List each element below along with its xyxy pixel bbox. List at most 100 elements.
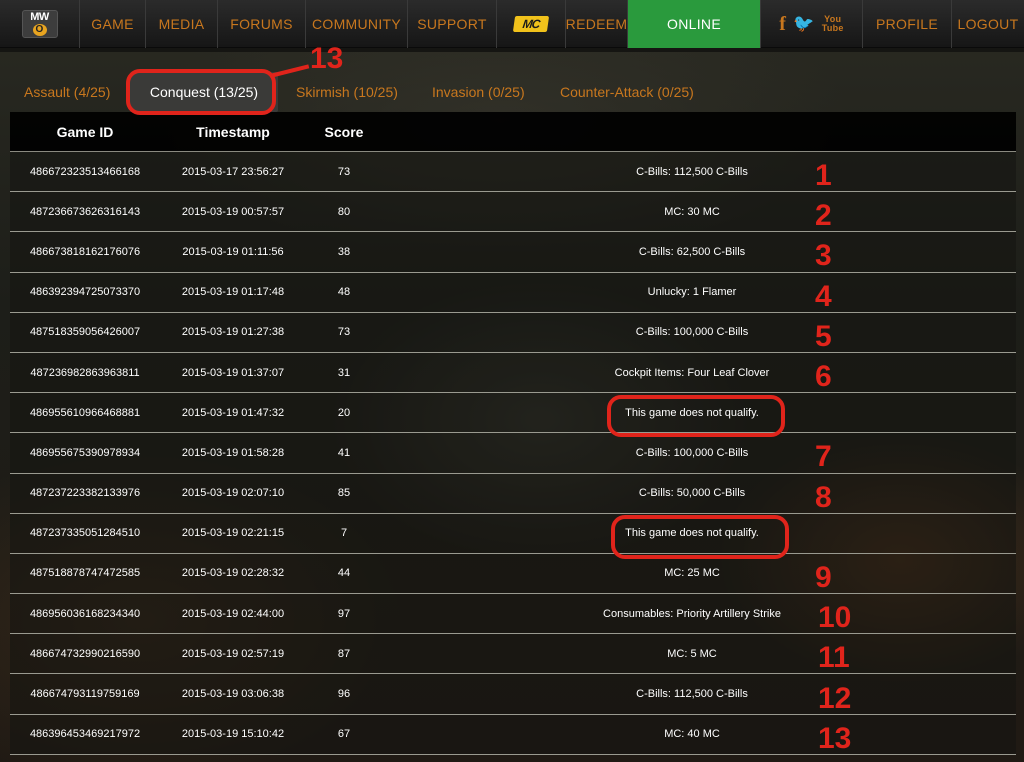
nav-support[interactable]: SUPPORT [408, 0, 497, 48]
tab-assault[interactable]: Assault (4/25) [10, 72, 126, 112]
table-row: 486673818162176076 2015-03-19 01:11:56 38 C… [10, 232, 1016, 273]
cell-reward: Consumables: Priority Artillery Strike [603, 607, 781, 620]
youtube-icon[interactable]: You Tube [822, 15, 844, 33]
header-score: Score [324, 123, 364, 140]
table-row: 486956036168234340 2015-03-19 02:44:00 97 C… [10, 594, 1016, 635]
cell-game-id: 487236673626316143 [29, 205, 141, 218]
cell-game-id: 486955675390978934 [29, 446, 141, 459]
cell-reward: MC: 5 MC [667, 647, 717, 660]
cell-score: 31 [337, 366, 351, 379]
cell-score: 67 [337, 728, 351, 741]
logo-text: MW [30, 11, 49, 23]
annotation-row-number: 11 [818, 641, 850, 675]
tab-skirmish[interactable]: Skirmish (10/25) [282, 72, 418, 112]
cell-reward: C-Bills: 112,500 C-Bills [636, 688, 748, 701]
mwo-logo[interactable]: MW O [0, 0, 80, 48]
nav-redeem[interactable]: REDEEM [566, 0, 628, 48]
annotation-ring-no-qualify-2 [611, 515, 789, 559]
cell-game-id: 486674732990216590 [29, 647, 141, 660]
annotation-row-number: 5 [815, 319, 832, 353]
nav-shadow [0, 48, 1024, 52]
social-links: f 🐦 You Tube [761, 0, 863, 48]
annotation-row-number: 13 [818, 721, 852, 755]
table-row: 486674732990216590 2015-03-19 02:57:19 87 M… [10, 634, 1016, 675]
annotation-row-number: 6 [815, 360, 832, 393]
logo-o: O [32, 24, 47, 36]
cell-game-id: 486672323513466168 [29, 165, 141, 178]
cell-timestamp: 2015-03-19 02:21:15 [181, 527, 285, 540]
nav-forums[interactable]: FORUMS [218, 0, 306, 48]
nav-game[interactable]: GAME [80, 0, 146, 48]
table-header: Game ID Timestamp Score [10, 112, 1016, 152]
cell-reward: MC: 30 MC [664, 205, 720, 218]
cell-timestamp: 2015-03-19 03:06:38 [181, 688, 285, 701]
games-table: Game ID Timestamp Score 4866723235134661… [10, 112, 1016, 755]
table-row: 486392394725073370 2015-03-19 01:17:48 48 U… [10, 272, 1016, 313]
nav-community[interactable]: COMMUNITY [306, 0, 408, 48]
cell-score: 41 [337, 446, 351, 459]
cell-timestamp: 2015-03-19 02:07:10 [181, 487, 285, 500]
cell-score: 73 [337, 165, 351, 178]
table-row: 487518359056426007 2015-03-19 01:27:38 73 C… [10, 312, 1016, 353]
annotation-row-number: 1 [815, 159, 832, 192]
cell-timestamp: 2015-03-19 02:28:32 [181, 567, 285, 580]
cell-score: 80 [337, 205, 351, 218]
cell-score: 20 [337, 406, 351, 419]
cell-reward: Cockpit Items: Four Leaf Clover [614, 366, 770, 379]
annotation-ring-no-qualify-1 [607, 395, 785, 437]
cell-reward: C-Bills: 50,000 C-Bills [638, 487, 746, 500]
cell-score: 44 [337, 567, 351, 580]
cell-score: 96 [337, 688, 351, 701]
cell-reward: MC: 40 MC [664, 728, 720, 741]
cell-game-id: 487237223382133976 [29, 487, 141, 500]
table-row: 487236673626316143 2015-03-19 00:57:57 80 M… [10, 192, 1016, 233]
cell-timestamp: 2015-03-19 02:44:00 [181, 607, 285, 620]
annotation-row-number: 7 [815, 440, 832, 474]
cell-timestamp: 2015-03-19 01:37:07 [181, 366, 285, 379]
cell-reward: Unlucky: 1 Flamer [647, 286, 737, 299]
table-row: 487237335051284510 2015-03-19 02:21:15 7 Th… [10, 513, 1016, 554]
cell-game-id: 486955610966468881 [29, 406, 141, 419]
annotation-row-number: 9 [815, 561, 832, 594]
nav-profile[interactable]: PROFILE [863, 0, 952, 48]
cell-timestamp: 2015-03-17 23:56:27 [181, 165, 285, 178]
annotation-row-number: 12 [818, 681, 852, 715]
cell-timestamp: 2015-03-19 15:10:42 [181, 728, 285, 741]
tab-invasion[interactable]: Invasion (0/25) [418, 72, 546, 112]
annotation-row-number: 4 [815, 279, 832, 313]
nav-logout[interactable]: LOGOUT [952, 0, 1024, 48]
annotation-tab-count: 13 [310, 42, 344, 75]
nav-online[interactable]: ONLINE [628, 0, 761, 48]
cell-game-id: 487518359056426007 [29, 326, 141, 339]
cell-game-id: 486673818162176076 [29, 245, 141, 258]
annotation-row-number: 8 [815, 480, 832, 514]
cell-timestamp: 2015-03-19 01:58:28 [181, 446, 285, 459]
annotation-ring-tab [126, 69, 276, 115]
annotation-row-number: 2 [815, 199, 832, 233]
cell-score: 73 [337, 326, 351, 339]
cell-reward: C-Bills: 100,000 C-Bills [635, 446, 749, 459]
annotation-row-number: 3 [815, 239, 832, 273]
cell-game-id: 486392394725073370 [29, 286, 141, 299]
table-row: 486955610966468881 2015-03-19 01:47:32 20 T… [10, 393, 1016, 434]
tab-counter-attack[interactable]: Counter-Attack (0/25) [546, 72, 726, 112]
cell-game-id: 486956036168234340 [29, 607, 141, 620]
cell-score: 85 [337, 487, 351, 500]
header-timestamp: Timestamp [196, 123, 270, 140]
nav-mc-store[interactable]: MC [497, 0, 566, 48]
youtube-icon-bottom: Tube [821, 23, 844, 33]
cell-timestamp: 2015-03-19 01:17:48 [181, 286, 285, 299]
cell-timestamp: 2015-03-19 01:11:56 [182, 245, 284, 258]
cell-timestamp: 2015-03-19 02:57:19 [181, 647, 285, 660]
facebook-icon[interactable]: f [779, 13, 786, 36]
cell-reward: MC: 25 MC [664, 567, 720, 580]
table-row: 486672323513466168 2015-03-17 23:56:27 73 C… [10, 152, 1016, 193]
cell-score: 38 [337, 245, 351, 258]
top-nav: MW O GAME MEDIA FORUMS COMMUNITY SUPPORT… [0, 0, 1024, 48]
nav-media[interactable]: MEDIA [146, 0, 218, 48]
twitter-icon[interactable]: 🐦 [793, 14, 814, 34]
mc-badge-icon: MC [512, 16, 550, 32]
cell-reward: C-Bills: 112,500 C-Bills [636, 165, 748, 178]
cell-timestamp: 2015-03-19 01:27:38 [181, 326, 285, 339]
cell-score: 97 [337, 607, 351, 620]
